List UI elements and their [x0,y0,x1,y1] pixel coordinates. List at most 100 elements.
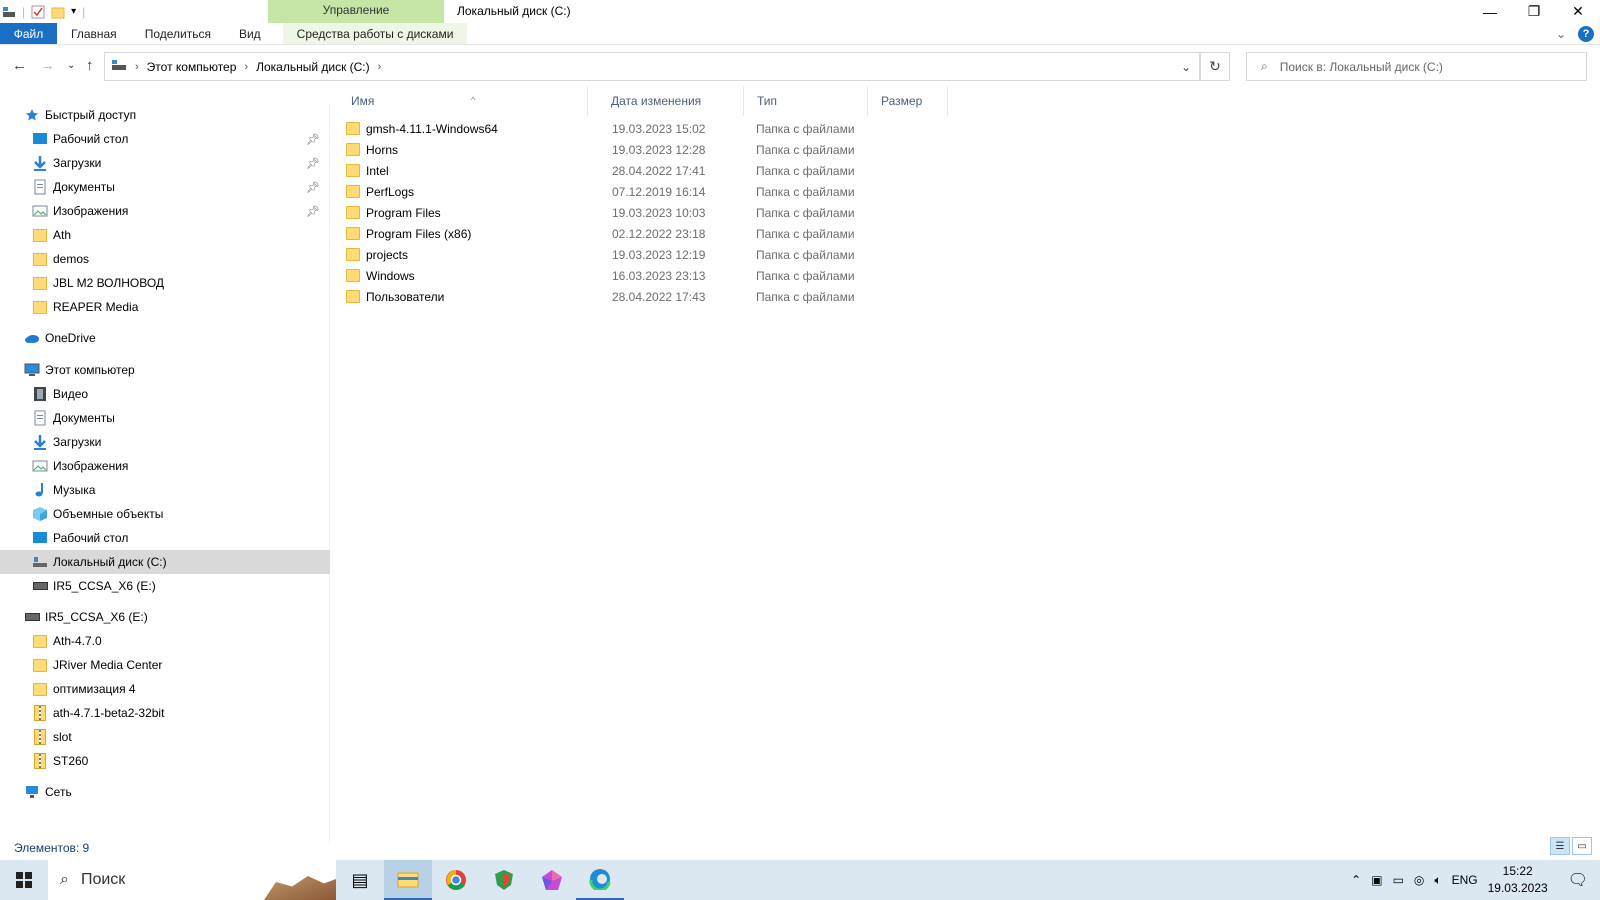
search-box[interactable]: ⌕ Поиск в: Локальный диск (C:) [1246,52,1587,81]
new-folder-icon[interactable] [51,4,65,20]
power-icon[interactable]: ▭ [1393,873,1404,887]
sidebar-item[interactable]: Рабочий стол [0,526,330,550]
tab-drive-tools[interactable]: Средства работы с дисками [282,23,468,44]
recent-locations-icon[interactable]: ⌄ [67,60,75,71]
sidebar-item[interactable]: Ath [0,223,330,247]
tab-home[interactable]: Главная [57,23,131,44]
sidebar-item[interactable]: slot [0,725,330,749]
file-row[interactable]: projects 19.03.2023 12:19 Папка с файлами [338,244,928,265]
tab-file[interactable]: Файл [0,23,57,44]
sidebar-item[interactable]: Документы [0,406,330,430]
tab-share[interactable]: Поделиться [131,23,225,44]
pin-icon[interactable]: 📌︎ [306,157,320,170]
pin-icon[interactable]: 📌︎ [306,205,320,218]
sidebar-item[interactable]: ath-4.7.1-beta2-32bit [0,701,330,725]
minimize-button[interactable]: — [1468,0,1512,23]
edge-icon[interactable] [576,860,624,900]
folder-icon [32,227,48,243]
sidebar-item[interactable]: Ath-4.7.0 [0,629,330,653]
breadcrumb-local-disk[interactable]: Локальный диск (C:) [248,60,378,74]
file-row[interactable]: Program Files 19.03.2023 10:03 Папка с фай… [338,202,928,223]
sidebar-item[interactable]: Видео [0,382,330,406]
file-explorer-icon[interactable] [384,860,432,900]
sidebar-item[interactable]: Локальный диск (C:) [0,550,330,574]
sidebar-item[interactable]: IR5_CCSA_X6 (E:) [0,605,330,629]
file-row[interactable]: Пользователи 28.04.2022 17:43 Папка с файл… [338,286,928,307]
sidebar-item[interactable]: Этот компьютер [0,358,330,382]
sidebar-item[interactable]: Сеть [0,780,330,804]
sidebar-item-label: оптимизация 4 [53,682,136,696]
sidebar-item[interactable]: Быстрый доступ [0,103,330,127]
file-row[interactable]: PerfLogs 07.12.2019 16:14 Папка с файлами [338,181,928,202]
address-bar[interactable]: › Этот компьютер › Локальный диск (C:) ›… [104,52,1200,81]
show-hidden-icons-icon[interactable]: ⌃ [1351,873,1361,887]
up-arrow-icon[interactable]: ↑ [86,57,94,74]
desktop-icon [32,131,48,147]
large-icons-view-icon[interactable]: ▭ [1572,837,1592,855]
column-header-name[interactable]: Имя ^ [338,86,588,116]
zip-folder-icon [32,729,48,745]
sidebar-item[interactable]: Документы 📌︎ [0,175,330,199]
volume-icon[interactable]: 🔈︎ [1434,873,1441,888]
sidebar-item[interactable]: Объемные объекты [0,502,330,526]
breadcrumb-this-pc[interactable]: Этот компьютер [139,60,245,74]
file-row[interactable]: Windows 16.03.2023 23:13 Папка с файлами [338,265,928,286]
sidebar-item[interactable]: IR5_CCSA_X6 (E:) [0,574,330,598]
language-indicator[interactable]: ENG [1452,873,1478,887]
column-header-date[interactable]: Дата изменения [598,86,744,116]
sidebar-item[interactable]: JRiver Media Center [0,653,330,677]
forward-arrow-icon[interactable]: → [40,57,55,74]
start-button[interactable] [0,860,48,900]
file-row[interactable]: Intel 28.04.2022 17:41 Папка с файлами [338,160,928,181]
sidebar-item[interactable]: REAPER Media [0,295,330,319]
details-view-icon[interactable]: ☰ [1550,837,1570,855]
sidebar-item[interactable]: OneDrive [0,326,330,350]
back-arrow-icon[interactable]: ← [12,57,27,74]
notifications-icon[interactable]: 🗨︎ [1568,870,1588,890]
close-button[interactable]: ✕ [1556,0,1600,23]
restore-button[interactable]: ❐ [1512,0,1556,23]
chevron-right-icon[interactable]: › [378,61,382,73]
sidebar-item[interactable]: ST260 [0,749,330,773]
help-icon[interactable]: ? [1578,25,1594,42]
task-view-icon[interactable]: ▤ [336,860,384,900]
clock[interactable]: 15:22 19.03.2023 [1488,863,1548,897]
address-dropdown-icon[interactable]: ⌄ [1173,60,1199,74]
sidebar-item[interactable]: demos [0,247,330,271]
search-input[interactable]: Поиск в: Локальный диск (C:) [1280,60,1443,74]
taskbar-search[interactable]: ⌕ Поиск [48,860,336,900]
sidebar-item[interactable]: Загрузки [0,430,330,454]
sidebar-item-label: Загрузки [53,156,102,170]
file-name-cell: Program Files (x86) [346,227,471,241]
sidebar-item[interactable]: Изображения [0,454,330,478]
file-row[interactable]: Program Files (x86) 02.12.2022 23:18 Папка… [338,223,928,244]
sidebar-item[interactable]: Музыка [0,478,330,502]
title-bar: | ▾ | Управление Локальный диск (C:) — ❐… [0,0,1600,23]
pin-icon[interactable]: 📌︎ [306,133,320,146]
meet-now-icon[interactable]: ▣ [1371,873,1382,887]
file-row[interactable]: Horns 19.03.2023 12:28 Папка с файлами [338,139,928,160]
file-name: projects [366,247,409,262]
expand-ribbon-icon[interactable]: ⌄ [1556,27,1566,41]
sidebar-item[interactable]: оптимизация 4 [0,677,330,701]
file-row[interactable]: gmsh-4.11.1-Windows64 19.03.2023 15:02 Пап… [338,118,928,139]
refresh-button[interactable]: ↻ [1200,52,1230,81]
file-date: 19.03.2023 12:28 [612,142,706,157]
column-header-size[interactable]: Размер [868,86,948,116]
sidebar-item[interactable]: Загрузки 📌︎ [0,151,330,175]
folder-icon [32,251,48,267]
tab-view[interactable]: Вид [225,23,275,44]
file-date: 19.03.2023 15:02 [612,121,706,136]
properties-icon[interactable] [31,4,45,20]
column-header-type[interactable]: Тип [744,86,868,116]
pin-icon[interactable]: 📌︎ [306,181,320,194]
chrome-icon[interactable] [432,860,480,900]
browser-shield-icon[interactable] [480,860,528,900]
sidebar-item[interactable]: Изображения 📌︎ [0,199,330,223]
app-gem-icon[interactable] [528,860,576,900]
network-globe-icon[interactable]: ◎ [1414,873,1424,887]
sidebar-item[interactable]: JBL M2 ВОЛНОВОД [0,271,330,295]
customize-toolbar-icon[interactable]: ▾ [71,4,76,20]
search-icon: ⌕ [60,871,69,888]
sidebar-item[interactable]: Рабочий стол 📌︎ [0,127,330,151]
